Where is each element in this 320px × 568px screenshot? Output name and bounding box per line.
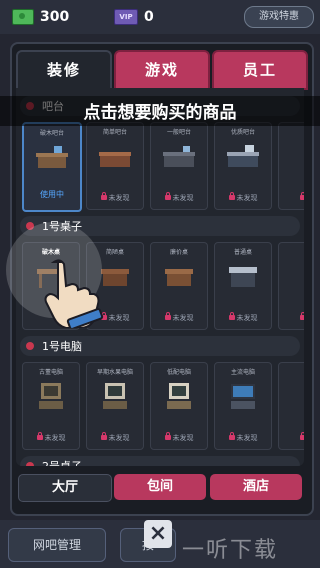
table-icon (165, 269, 193, 286)
item-card[interactable]: 古董电脑 未发现 (22, 362, 80, 450)
tab-staff[interactable]: 员工 (212, 50, 308, 90)
item-name: 简单吧台 (102, 129, 127, 136)
close-button[interactable]: × (144, 520, 172, 548)
item-status: 未发现 (215, 432, 271, 443)
item-name: 早期水果电脑 (96, 369, 133, 376)
item-name: 低配电脑 (166, 369, 191, 376)
counter-icon (227, 145, 259, 167)
computer-icon (39, 383, 63, 409)
lock-icon (299, 312, 304, 320)
item-status: 未发现 (151, 312, 207, 323)
table-icon (229, 267, 257, 287)
item-status: 未发现 (151, 432, 207, 443)
lock-icon (100, 192, 107, 200)
item-card[interactable]: 未 (278, 242, 304, 330)
tab-hall[interactable]: 大厅 (18, 474, 112, 502)
item-card[interactable]: 优质吧台 未发现 (214, 122, 272, 210)
item-status: 未发现 (23, 432, 79, 443)
computer-icon (231, 384, 255, 409)
cash-display: 300 (12, 9, 69, 25)
item-status: 未发现 (151, 192, 207, 203)
computer-icon (167, 383, 191, 409)
lock-icon (299, 432, 304, 440)
item-card[interactable]: 破木吧台 使用中 (22, 122, 82, 212)
lock-icon (100, 432, 107, 440)
item-status: 未发现 (87, 432, 143, 443)
lock-icon (228, 192, 235, 200)
item-status: 未 (279, 312, 304, 323)
item-name: 电 (279, 367, 305, 376)
lock-icon (228, 312, 235, 320)
item-status: 未 (279, 192, 304, 203)
section-header-table-2: 2号桌子 (20, 456, 300, 466)
lock-icon (164, 432, 171, 440)
item-status: 未 (279, 432, 304, 443)
item-name: 一般吧台 (166, 129, 191, 136)
item-card[interactable]: 主流电脑 未发现 (214, 362, 272, 450)
item-name: 优质吧台 (230, 129, 255, 136)
lock-icon (164, 312, 171, 320)
vip-icon: VIP (114, 9, 138, 25)
tab-private-room[interactable]: 包间 (114, 474, 206, 500)
item-status: 未发现 (87, 192, 143, 203)
counter-icon (163, 146, 195, 167)
item-card[interactable]: 一般吧台 未发现 (150, 122, 208, 210)
watermark-text: 一听下载 (182, 538, 279, 563)
item-name: 破木吧台 (39, 130, 64, 137)
item-card[interactable]: 高 未 (278, 122, 304, 210)
section-dot-icon (26, 342, 34, 350)
counter-icon (99, 152, 131, 167)
section-dot-icon (26, 462, 34, 466)
item-card[interactable]: 电 未 (278, 362, 304, 450)
item-name: 普通桌 (233, 249, 252, 256)
computer-icon (103, 383, 127, 409)
pointing-hand-icon (44, 259, 104, 328)
special-offer-button[interactable]: 游戏特惠 (244, 6, 314, 28)
cash-amount: 300 (40, 9, 70, 25)
item-name: 主流电脑 (230, 369, 255, 376)
tab-games[interactable]: 游戏 (114, 50, 210, 90)
vip-count: 0 (144, 9, 154, 25)
lock-icon (228, 432, 235, 440)
section-title: 1号电脑 (42, 340, 82, 353)
counter-icon (36, 146, 68, 168)
item-card[interactable]: 低配电脑 未发现 (150, 362, 208, 450)
item-card[interactable]: 简单吧台 未发现 (86, 122, 144, 210)
internet-cafe-management-button[interactable]: 网吧管理 (8, 528, 106, 562)
lock-icon (299, 192, 304, 200)
item-status: 未发现 (215, 192, 271, 203)
item-name: 古董电脑 (38, 369, 63, 376)
item-status: 未发现 (215, 312, 271, 323)
item-status: 使用中 (40, 190, 64, 199)
tutorial-text: 点击想要购买的商品 (83, 103, 237, 123)
lock-icon (36, 432, 43, 440)
item-name: 廉价桌 (169, 249, 188, 256)
item-name: 高 (279, 127, 305, 136)
tab-decoration[interactable]: 装修 (16, 50, 112, 88)
lock-icon (164, 192, 171, 200)
section-title: 2号桌子 (42, 458, 82, 466)
vip-display: VIP 0 (114, 9, 154, 25)
tab-hotel[interactable]: 酒店 (210, 474, 302, 500)
item-card[interactable]: 普通桌 未发现 (214, 242, 272, 330)
cash-icon (12, 9, 34, 25)
item-card[interactable]: 廉价桌 未发现 (150, 242, 208, 330)
item-card[interactable]: 早期水果电脑 未发现 (86, 362, 144, 450)
section-header-computer-1: 1号电脑 (20, 336, 300, 356)
